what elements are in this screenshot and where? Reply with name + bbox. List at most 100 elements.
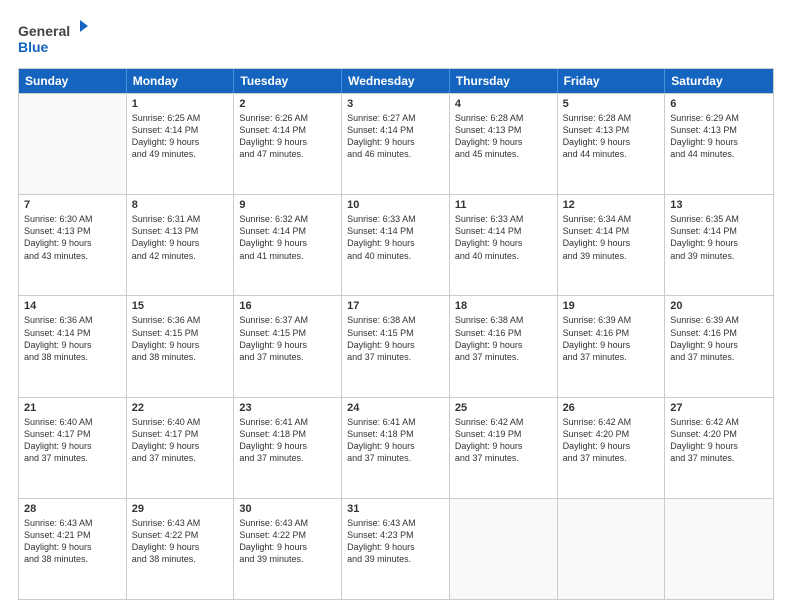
calendar-cell: 16 Sunrise: 6:37 AM Sunset: 4:15 PM Dayl…	[234, 296, 342, 396]
daylight-text: Daylight: 9 hours	[239, 339, 336, 351]
daylight-minutes: and 37 minutes.	[563, 452, 660, 464]
daylight-minutes: and 37 minutes.	[239, 351, 336, 363]
daylight-text: Daylight: 9 hours	[347, 440, 444, 452]
daylight-minutes: and 37 minutes.	[563, 351, 660, 363]
calendar-cell: 7 Sunrise: 6:30 AM Sunset: 4:13 PM Dayli…	[19, 195, 127, 295]
sunrise-text: Sunrise: 6:41 AM	[239, 416, 336, 428]
daylight-minutes: and 40 minutes.	[455, 250, 552, 262]
day-number: 9	[239, 199, 336, 211]
daylight-text: Daylight: 9 hours	[670, 440, 768, 452]
calendar: SundayMondayTuesdayWednesdayThursdayFrid…	[18, 68, 774, 600]
calendar-cell: 23 Sunrise: 6:41 AM Sunset: 4:18 PM Dayl…	[234, 398, 342, 498]
daylight-text: Daylight: 9 hours	[563, 339, 660, 351]
sunset-text: Sunset: 4:15 PM	[347, 327, 444, 339]
weekday-header: Saturday	[665, 69, 773, 93]
sunrise-text: Sunrise: 6:43 AM	[239, 517, 336, 529]
sunrise-text: Sunrise: 6:35 AM	[670, 213, 768, 225]
sunrise-text: Sunrise: 6:27 AM	[347, 112, 444, 124]
calendar-cell: 28 Sunrise: 6:43 AM Sunset: 4:21 PM Dayl…	[19, 499, 127, 599]
day-number: 4	[455, 98, 552, 110]
sunrise-text: Sunrise: 6:28 AM	[563, 112, 660, 124]
sunset-text: Sunset: 4:13 PM	[132, 225, 229, 237]
svg-text:Blue: Blue	[18, 39, 49, 55]
calendar-cell: 12 Sunrise: 6:34 AM Sunset: 4:14 PM Dayl…	[558, 195, 666, 295]
calendar-cell	[665, 499, 773, 599]
sunset-text: Sunset: 4:13 PM	[563, 124, 660, 136]
calendar-week: 1 Sunrise: 6:25 AM Sunset: 4:14 PM Dayli…	[19, 93, 773, 194]
calendar-cell: 24 Sunrise: 6:41 AM Sunset: 4:18 PM Dayl…	[342, 398, 450, 498]
day-number: 26	[563, 402, 660, 414]
daylight-text: Daylight: 9 hours	[347, 136, 444, 148]
daylight-text: Daylight: 9 hours	[239, 136, 336, 148]
sunset-text: Sunset: 4:17 PM	[24, 428, 121, 440]
daylight-text: Daylight: 9 hours	[563, 440, 660, 452]
sunrise-text: Sunrise: 6:28 AM	[455, 112, 552, 124]
sunrise-text: Sunrise: 6:33 AM	[347, 213, 444, 225]
sunset-text: Sunset: 4:14 PM	[670, 225, 768, 237]
daylight-minutes: and 46 minutes.	[347, 148, 444, 160]
sunrise-text: Sunrise: 6:36 AM	[24, 314, 121, 326]
day-number: 23	[239, 402, 336, 414]
daylight-minutes: and 39 minutes.	[670, 250, 768, 262]
sunset-text: Sunset: 4:13 PM	[455, 124, 552, 136]
sunrise-text: Sunrise: 6:31 AM	[132, 213, 229, 225]
calendar-cell: 9 Sunrise: 6:32 AM Sunset: 4:14 PM Dayli…	[234, 195, 342, 295]
sunrise-text: Sunrise: 6:38 AM	[347, 314, 444, 326]
calendar-cell: 15 Sunrise: 6:36 AM Sunset: 4:15 PM Dayl…	[127, 296, 235, 396]
calendar-cell	[19, 94, 127, 194]
sunset-text: Sunset: 4:14 PM	[347, 225, 444, 237]
weekday-header: Thursday	[450, 69, 558, 93]
calendar-cell: 13 Sunrise: 6:35 AM Sunset: 4:14 PM Dayl…	[665, 195, 773, 295]
daylight-minutes: and 45 minutes.	[455, 148, 552, 160]
daylight-text: Daylight: 9 hours	[239, 541, 336, 553]
sunrise-text: Sunrise: 6:42 AM	[670, 416, 768, 428]
day-number: 14	[24, 300, 121, 312]
day-number: 29	[132, 503, 229, 515]
sunrise-text: Sunrise: 6:29 AM	[670, 112, 768, 124]
day-number: 8	[132, 199, 229, 211]
calendar-cell: 20 Sunrise: 6:39 AM Sunset: 4:16 PM Dayl…	[665, 296, 773, 396]
day-number: 25	[455, 402, 552, 414]
calendar-week: 28 Sunrise: 6:43 AM Sunset: 4:21 PM Dayl…	[19, 498, 773, 599]
calendar-cell: 19 Sunrise: 6:39 AM Sunset: 4:16 PM Dayl…	[558, 296, 666, 396]
weekday-header: Sunday	[19, 69, 127, 93]
sunset-text: Sunset: 4:22 PM	[239, 529, 336, 541]
calendar-week: 7 Sunrise: 6:30 AM Sunset: 4:13 PM Dayli…	[19, 194, 773, 295]
day-number: 3	[347, 98, 444, 110]
day-number: 15	[132, 300, 229, 312]
calendar-cell: 31 Sunrise: 6:43 AM Sunset: 4:23 PM Dayl…	[342, 499, 450, 599]
sunset-text: Sunset: 4:18 PM	[347, 428, 444, 440]
calendar-cell: 18 Sunrise: 6:38 AM Sunset: 4:16 PM Dayl…	[450, 296, 558, 396]
calendar-cell	[558, 499, 666, 599]
daylight-text: Daylight: 9 hours	[563, 237, 660, 249]
daylight-text: Daylight: 9 hours	[455, 440, 552, 452]
sunset-text: Sunset: 4:16 PM	[563, 327, 660, 339]
daylight-minutes: and 38 minutes.	[132, 553, 229, 565]
day-number: 2	[239, 98, 336, 110]
calendar-cell: 21 Sunrise: 6:40 AM Sunset: 4:17 PM Dayl…	[19, 398, 127, 498]
sunset-text: Sunset: 4:14 PM	[24, 327, 121, 339]
sunset-text: Sunset: 4:13 PM	[24, 225, 121, 237]
daylight-text: Daylight: 9 hours	[347, 541, 444, 553]
day-number: 19	[563, 300, 660, 312]
sunrise-text: Sunrise: 6:25 AM	[132, 112, 229, 124]
calendar-cell: 17 Sunrise: 6:38 AM Sunset: 4:15 PM Dayl…	[342, 296, 450, 396]
daylight-text: Daylight: 9 hours	[239, 440, 336, 452]
daylight-text: Daylight: 9 hours	[132, 237, 229, 249]
sunset-text: Sunset: 4:15 PM	[239, 327, 336, 339]
daylight-text: Daylight: 9 hours	[132, 339, 229, 351]
daylight-text: Daylight: 9 hours	[132, 440, 229, 452]
sunrise-text: Sunrise: 6:43 AM	[24, 517, 121, 529]
sunset-text: Sunset: 4:20 PM	[563, 428, 660, 440]
sunrise-text: Sunrise: 6:34 AM	[563, 213, 660, 225]
daylight-minutes: and 37 minutes.	[347, 351, 444, 363]
day-number: 17	[347, 300, 444, 312]
daylight-minutes: and 41 minutes.	[239, 250, 336, 262]
daylight-minutes: and 38 minutes.	[24, 553, 121, 565]
daylight-text: Daylight: 9 hours	[347, 339, 444, 351]
header: General Blue	[18, 18, 774, 60]
day-number: 21	[24, 402, 121, 414]
svg-text:General: General	[18, 23, 70, 39]
daylight-text: Daylight: 9 hours	[670, 339, 768, 351]
sunset-text: Sunset: 4:16 PM	[455, 327, 552, 339]
